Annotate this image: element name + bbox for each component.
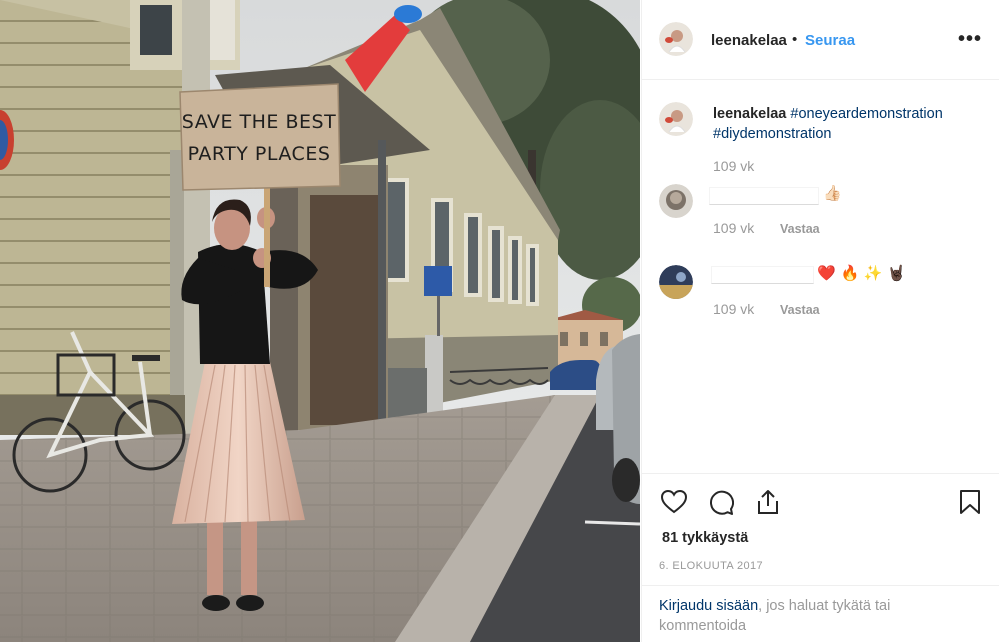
reply-button[interactable]: Vastaa [780,222,820,236]
post-date: 6. ELOKUUTA 2017 [659,560,764,572]
commenter-avatar[interactable] [659,184,693,218]
comment-age: 109 vk [713,301,755,317]
caption-author-avatar[interactable] [659,102,693,136]
comment-emoji: ❤️ 🔥 ✨ 🤘🏿 [817,264,907,282]
sign-line-2: PARTY PLACES [188,143,331,165]
caption-username[interactable]: leenakelaa [713,106,786,122]
commenter-avatar[interactable] [659,265,693,299]
author-avatar[interactable] [659,22,693,56]
heart-icon[interactable] [660,489,688,519]
commenter-username-hidden [711,266,814,284]
post-photo[interactable]: SAVE THE BEST PARTY PLACES [0,0,640,642]
separator-dot: • [792,31,798,48]
hashtag-link[interactable]: #oneyeardemonstration [790,106,942,122]
share-icon[interactable] [755,488,781,521]
likes-count[interactable]: 81 tykkäystä [662,530,748,546]
post-photo-image: SAVE THE BEST PARTY PLACES [0,0,640,642]
post-caption: leenakelaa #oneyeardemonstration #diydem… [713,104,983,144]
hashtag-link[interactable]: #diydemonstration [713,126,832,142]
follow-button[interactable]: Seuraa [805,32,855,49]
comment-emoji: 👍🏻 [823,184,842,202]
bookmark-icon[interactable] [959,489,981,520]
login-prompt: Kirjaudu sisään, jos haluat tykätä tai k… [642,585,999,642]
login-link[interactable]: Kirjaudu sisään [659,598,758,614]
login-prompt-text: Kirjaudu sisään, jos haluat tykätä tai k… [659,596,959,636]
sign-line-1: SAVE THE BEST [182,111,336,133]
caption-age: 109 vk [713,158,755,174]
author-username[interactable]: leenakelaa [711,32,787,49]
more-options-icon[interactable]: ••• [958,28,982,51]
commenter-username-hidden [709,187,819,205]
post-actions: 81 tykkäystä 6. ELOKUUTA 2017 [642,473,999,585]
post-side-panel: leenakelaa • Seuraa ••• leenakelaa #oney… [641,0,999,642]
comment-age: 109 vk [713,220,755,236]
reply-button[interactable]: Vastaa [780,303,820,317]
post-header: leenakelaa • Seuraa ••• [642,0,999,80]
comment-icon[interactable] [708,490,734,521]
